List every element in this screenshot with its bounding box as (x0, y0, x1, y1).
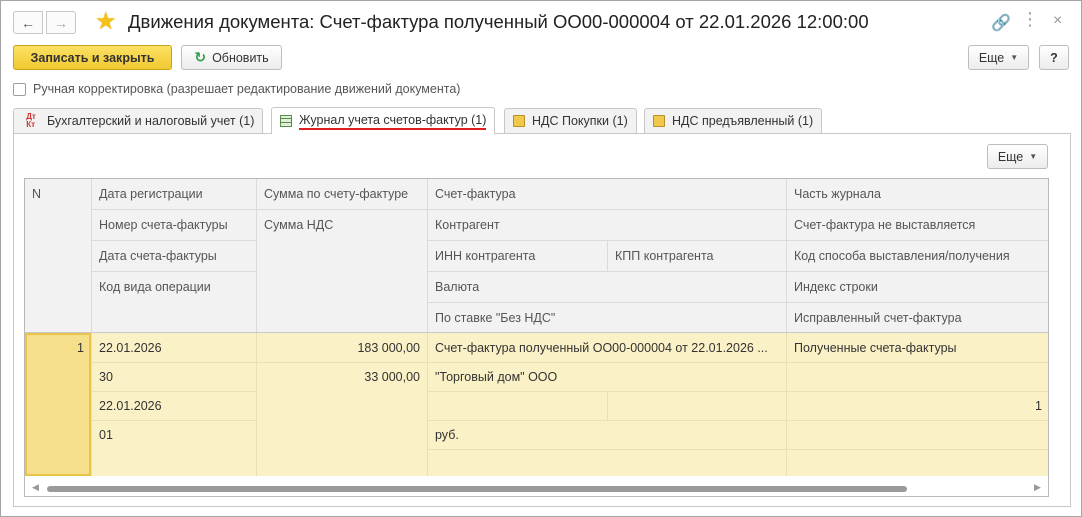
tab-vat-purchases[interactable]: НДС Покупки (1) (504, 108, 637, 133)
panel-more-button[interactable]: Еще ▼ (987, 144, 1048, 169)
link-icon[interactable]: 🔗 (991, 13, 1011, 33)
cell-reg-date[interactable]: 22.01.2026 (92, 333, 256, 362)
tab-accounting-label: Бухгалтерский и налоговый учет (1) (47, 114, 255, 128)
cell-counterparty[interactable]: "Торговый дом" ООО (428, 363, 786, 391)
header-invoice[interactable]: Счет-фактура (428, 179, 786, 209)
grid-line (257, 209, 427, 210)
grid-line (428, 271, 1048, 272)
header-kpp[interactable]: КПП контрагента (608, 241, 786, 271)
cell-inn[interactable] (428, 392, 607, 420)
grid-line (91, 179, 92, 333)
tab-invoice-journal-label: Журнал учета счетов-фактур (1) (299, 113, 487, 130)
save-and-close-label: Записать и закрыть (30, 50, 155, 65)
grid-line (428, 209, 1048, 210)
manual-correction-checkbox[interactable] (13, 82, 26, 96)
header-n[interactable]: N (25, 179, 91, 333)
cell-n[interactable]: 1 (25, 333, 91, 362)
grid-line (92, 240, 256, 241)
header-journal-part[interactable]: Часть журнала (787, 179, 1048, 209)
refresh-button[interactable]: ↻ Обновить (181, 45, 282, 70)
star-icon[interactable]: ★ (95, 7, 117, 36)
more-vertical-icon[interactable]: ⋮ (1021, 9, 1039, 30)
cell-invoice-number[interactable]: 30 (92, 363, 256, 391)
more-label: Еще (978, 50, 1005, 65)
header-invoice-date[interactable]: Дата счета-фактуры (92, 241, 256, 271)
cell-invoice[interactable]: Счет-фактура полученный ОО00-000004 от 2… (428, 333, 786, 362)
scroll-right-icon[interactable]: ▶ (1034, 482, 1041, 493)
grid-line (92, 209, 256, 210)
chevron-down-icon: ▼ (1029, 152, 1038, 161)
grid-line (92, 271, 256, 272)
dt-kt-icon: Дт Кт (26, 112, 36, 129)
arrow-left-icon: ← (21, 14, 35, 31)
title-bar: ← → ★ Движения документа: Счет-фактура п… (1, 1, 1081, 43)
cell-kpp[interactable] (608, 392, 786, 420)
grid-line (427, 179, 428, 333)
forward-button[interactable]: → (46, 11, 76, 34)
header-invoice-sum[interactable]: Сумма по счету-фактуре (257, 179, 427, 209)
document-icon (653, 115, 665, 127)
tab-invoice-journal[interactable]: Журнал учета счетов-фактур (1) (271, 107, 496, 134)
cell-no-vat-rate[interactable] (428, 450, 786, 476)
register-grid-icon (280, 115, 292, 127)
cell-line-index[interactable] (787, 421, 1048, 449)
refresh-label: Обновить (212, 50, 269, 65)
header-issue-method[interactable]: Код способа выставления/получения (787, 241, 1048, 271)
grid-line (428, 240, 1048, 241)
help-button[interactable]: ? (1039, 45, 1069, 70)
cell-operation-code[interactable]: 01 (92, 421, 256, 449)
horizontal-scrollbar[interactable]: ◀ ▶ (25, 479, 1048, 496)
scroll-left-icon[interactable]: ◀ (32, 482, 39, 493)
header-counterparty[interactable]: Контрагент (428, 210, 786, 240)
panel-more-label: Еще (997, 149, 1024, 164)
header-invoice-number[interactable]: Номер счета-фактуры (92, 210, 256, 240)
close-icon[interactable]: × (1053, 12, 1062, 30)
header-not-issued[interactable]: Счет-фактура не выставляется (787, 210, 1048, 240)
chevron-down-icon: ▼ (1010, 53, 1019, 62)
cell-journal-part[interactable]: Полученные счета-фактуры (787, 333, 1048, 362)
cell-currency[interactable]: руб. (428, 421, 786, 449)
window-title: Движения документа: Счет-фактура получен… (128, 11, 869, 32)
cell-vat-sum[interactable]: 33 000,00 (257, 363, 427, 391)
help-label: ? (1050, 50, 1058, 65)
header-currency[interactable]: Валюта (428, 272, 786, 302)
header-line-index[interactable]: Индекс строки (787, 272, 1048, 302)
more-menu-button[interactable]: Еще ▼ (968, 45, 1029, 70)
back-button[interactable]: ← (13, 11, 43, 34)
header-operation-code[interactable]: Код вида операции (92, 272, 256, 333)
refresh-icon: ↻ (194, 49, 207, 65)
header-reg-date[interactable]: Дата регистрации (92, 179, 256, 209)
document-movements-window: ← → ★ Движения документа: Счет-фактура п… (0, 0, 1082, 517)
cell-invoice-date[interactable]: 22.01.2026 (92, 392, 256, 420)
tab-vat-presented-label: НДС предъявленный (1) (672, 114, 814, 128)
cell-issue-method[interactable]: 1 (787, 392, 1048, 420)
cell-corrected-invoice[interactable] (787, 450, 1048, 476)
cell-invoice-sum[interactable]: 183 000,00 (257, 333, 427, 362)
manual-correction-label[interactable]: Ручная корректировка (разрешает редактир… (33, 82, 460, 96)
manual-correction-row[interactable]: Ручная корректировка (разрешает редактир… (13, 82, 460, 96)
grid-line (428, 302, 1048, 303)
header-no-vat-rate[interactable]: По ставке "Без НДС" (428, 303, 786, 333)
tab-accounting[interactable]: Дт Кт Бухгалтерский и налоговый учет (1) (13, 108, 264, 133)
tab-vat-purchases-label: НДС Покупки (1) (532, 114, 628, 128)
header-vat-sum[interactable]: Сумма НДС (257, 210, 427, 333)
save-and-close-button[interactable]: Записать и закрыть (13, 45, 172, 70)
document-icon (513, 115, 525, 127)
arrow-right-icon: → (54, 14, 68, 31)
scrollbar-thumb[interactable] (47, 486, 907, 492)
header-corrected-invoice[interactable]: Исправленный счет-фактура (787, 303, 1048, 333)
register-records-table: N Дата регистрации Номер счета-фактуры Д… (24, 178, 1049, 497)
tab-vat-presented[interactable]: НДС предъявленный (1) (644, 108, 823, 133)
cell-not-issued[interactable] (787, 363, 1048, 391)
grid-line (607, 241, 608, 271)
grid-line (256, 179, 257, 333)
grid-line (786, 179, 787, 333)
header-inn[interactable]: ИНН контрагента (428, 241, 607, 271)
